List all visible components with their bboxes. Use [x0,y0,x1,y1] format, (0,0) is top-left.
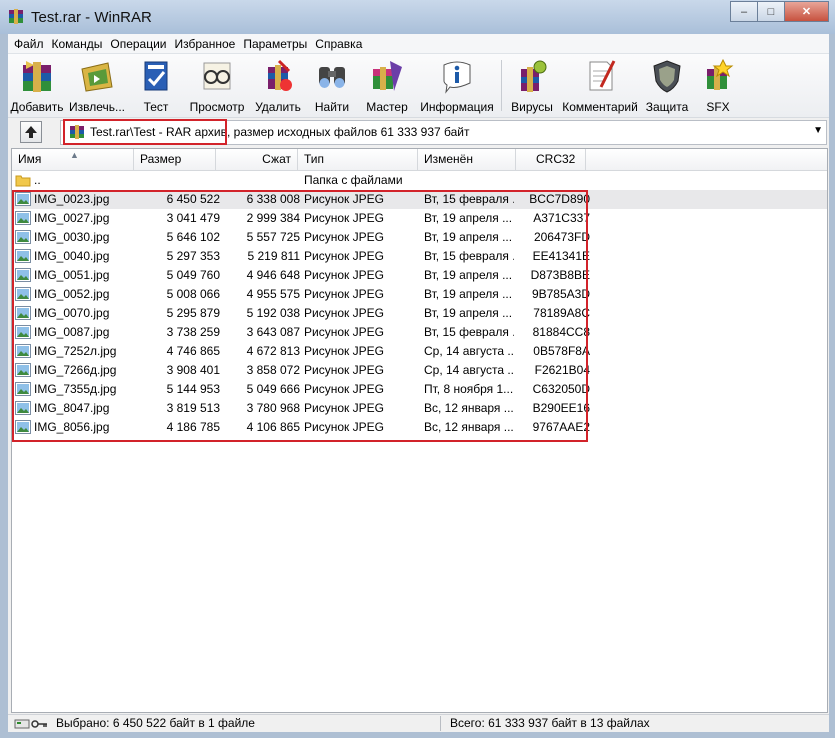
find-button[interactable]: Найти [306,54,358,117]
menu-operations[interactable]: Операции [106,37,170,51]
files-annotation-box [12,190,588,442]
column-type[interactable]: Тип [298,149,418,170]
column-crc32[interactable]: CRC32 [516,149,586,170]
column-packed[interactable]: Сжат [216,149,298,170]
wizard-icon [373,61,402,91]
sort-ascending-icon: ▲ [70,150,79,160]
address-bar: Test.rar\Test - RAR архив, размер исходн… [8,119,829,146]
menu-options[interactable]: Параметры [239,37,311,51]
path-annotation-box [63,119,227,145]
minimize-button[interactable]: – [730,1,758,22]
add-button[interactable]: Добавить [8,54,66,117]
info-button[interactable]: Информация [416,54,498,117]
parent-folder-row[interactable]: .. Папка с файлами [12,171,827,190]
column-name[interactable]: Имя ▲ [12,149,134,170]
menu-favorites[interactable]: Избранное [171,37,240,51]
column-size[interactable]: Размер [134,149,216,170]
protect-button[interactable]: Защита [641,54,693,117]
virus-scan-icon [521,60,547,92]
status-total: Всего: 61 333 937 байт в 13 файлах [450,716,650,730]
path-dropdown-icon[interactable]: ▼ [813,125,823,136]
main-window: Файл Команды Операции Избранное Параметр… [8,34,829,732]
add-archive-icon [23,61,51,92]
info-icon [443,61,471,94]
comment-icon [589,60,616,91]
toolbar: Добавить Извлечь... Тест Просмотр Удалит… [8,54,829,118]
menu-help[interactable]: Справка [311,37,366,51]
column-modified[interactable]: Изменён [418,149,516,170]
sfx-button[interactable]: SFX [693,54,743,117]
status-bar: Выбрано: 6 450 522 байт в 1 файле Всего:… [8,714,829,732]
winrar-app-icon [9,9,23,24]
up-arrow-icon [25,126,37,138]
maximize-button[interactable]: □ [757,1,785,22]
delete-icon [268,59,292,91]
test-icon [144,61,168,91]
list-header: Имя ▲ Размер Сжат Тип Изменён CRC32 [12,149,827,171]
menu-file[interactable]: Файл [10,37,48,51]
delete-button[interactable]: Удалить [250,54,306,117]
sfx-icon [707,58,734,90]
virus-scan-button[interactable]: Вирусы [505,54,559,117]
toolbar-separator [501,60,502,111]
folder-icon [15,175,31,187]
up-folder-button[interactable] [20,121,42,143]
drive-key-icon [14,719,47,729]
menu-bar: Файл Команды Операции Избранное Параметр… [8,34,829,54]
title-bar: Test.rar - WinRAR – □ ✕ [0,0,835,34]
view-button[interactable]: Просмотр [184,54,250,117]
comment-button[interactable]: Комментарий [559,54,641,117]
status-selected: Выбрано: 6 450 522 байт в 1 файле [56,716,255,730]
find-icon [319,67,345,88]
window-title: Test.rar - WinRAR [31,9,152,26]
status-divider [440,716,441,731]
extract-icon [81,62,113,92]
extract-button[interactable]: Извлечь... [66,54,128,117]
menu-commands[interactable]: Команды [48,37,107,51]
close-button[interactable]: ✕ [784,1,829,22]
view-icon [203,62,231,90]
wizard-button[interactable]: Мастер [358,54,416,117]
test-button[interactable]: Тест [128,54,184,117]
protect-icon [653,60,681,93]
